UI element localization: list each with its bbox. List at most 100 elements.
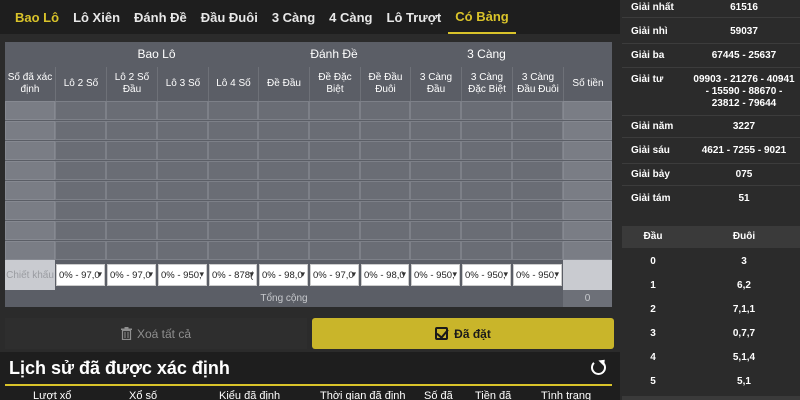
bet-input-cell[interactable] [410,221,461,240]
bet-input-cell[interactable] [461,121,512,140]
bet-input-cell[interactable] [208,161,258,180]
bet-input-cell[interactable] [309,181,360,200]
bet-input-cell[interactable] [258,181,309,200]
bet-input-cell[interactable] [157,141,208,160]
bet-input-cell[interactable] [157,241,208,260]
bet-input-cell[interactable] [157,161,208,180]
bet-input-cell[interactable] [106,101,157,120]
bet-input-cell[interactable] [258,121,309,140]
chiet-khau-select[interactable]: 0% - 97,0 ▾ [107,264,156,286]
tab-danh-de[interactable]: Đánh Đề [127,0,194,34]
bet-input-cell[interactable] [410,141,461,160]
bet-input-cell[interactable] [258,201,309,220]
bet-input-cell[interactable] [360,101,410,120]
bet-input-cell[interactable] [258,141,309,160]
bet-input-cell[interactable] [360,241,410,260]
bet-input-cell[interactable] [55,201,106,220]
bet-input-cell[interactable] [157,181,208,200]
bet-input-cell[interactable] [309,201,360,220]
bet-input-cell[interactable] [461,201,512,220]
bet-input-cell[interactable] [309,101,360,120]
bet-input-cell[interactable] [512,161,563,180]
chiet-khau-select[interactable]: 0% - 98,0 ▾ [259,264,308,286]
chiet-khau-select[interactable]: 0% - 950, ▾ [411,264,460,286]
bet-input-cell[interactable] [106,221,157,240]
placed-button[interactable]: Đã đặt [312,318,614,349]
bet-input-cell[interactable] [157,221,208,240]
bet-input-cell[interactable] [461,241,512,260]
bet-input-cell[interactable] [208,141,258,160]
bet-input-cell[interactable] [461,181,512,200]
bet-input-cell[interactable] [360,121,410,140]
bet-input-cell[interactable] [106,241,157,260]
bet-input-cell[interactable] [461,161,512,180]
bet-input-cell[interactable] [309,161,360,180]
tab-dau-duoi[interactable]: Đầu Đuôi [194,0,265,34]
bet-input-cell[interactable] [55,161,106,180]
bet-input-cell[interactable] [309,141,360,160]
bet-input-cell[interactable] [512,141,563,160]
bet-input-cell[interactable] [55,241,106,260]
bet-input-cell[interactable] [461,221,512,240]
bet-input-cell[interactable] [461,141,512,160]
chiet-khau-select[interactable]: 0% - 98,0 ▾ [361,264,409,286]
bet-input-cell[interactable] [512,181,563,200]
chiet-khau-select[interactable]: 0% - 97,0 ▾ [56,264,105,286]
bet-input-cell[interactable] [106,121,157,140]
bet-input-cell[interactable] [360,201,410,220]
bet-input-cell[interactable] [208,121,258,140]
bet-input-cell[interactable] [208,221,258,240]
bet-input-cell[interactable] [55,121,106,140]
bet-input-cell[interactable] [309,221,360,240]
bet-input-cell[interactable] [512,121,563,140]
refresh-icon[interactable] [591,360,606,375]
bet-input-cell[interactable] [157,201,208,220]
tab-4-cang[interactable]: 4 Càng [322,0,379,34]
bet-input-cell[interactable] [106,161,157,180]
bet-input-cell[interactable] [258,221,309,240]
chiet-khau-select[interactable]: 0% - 950, ▾ [462,264,511,286]
tab-bao-lo[interactable]: Bao Lô [8,0,66,34]
bet-input-cell[interactable] [106,141,157,160]
chiet-khau-select[interactable]: 0% - 878(▾ [209,264,257,286]
chiet-khau-select[interactable]: 0% - 950, ▾ [513,264,562,286]
bet-input-cell[interactable] [360,181,410,200]
bet-input-cell[interactable] [208,181,258,200]
bet-input-cell[interactable] [309,121,360,140]
bet-input-cell[interactable] [106,181,157,200]
clear-all-button[interactable]: Xoá tất cả [5,318,307,349]
bet-input-cell[interactable] [258,161,309,180]
bet-input-cell[interactable] [309,241,360,260]
bet-input-cell[interactable] [410,101,461,120]
bet-input-cell[interactable] [512,201,563,220]
bet-input-cell[interactable] [208,241,258,260]
bet-input-cell[interactable] [461,101,512,120]
bet-input-cell[interactable] [55,101,106,120]
bet-input-cell[interactable] [512,101,563,120]
tab-3-cang[interactable]: 3 Càng [265,0,322,34]
bet-input-cell[interactable] [410,201,461,220]
bet-input-cell[interactable] [410,241,461,260]
bet-input-cell[interactable] [410,181,461,200]
bet-input-cell[interactable] [360,161,410,180]
tab-lo-xien[interactable]: Lô Xiên [66,0,127,34]
bet-input-cell[interactable] [55,141,106,160]
bet-input-cell[interactable] [258,101,309,120]
bet-input-cell[interactable] [157,121,208,140]
tab-co-bang[interactable]: Có Bảng [448,0,516,34]
bet-input-cell[interactable] [512,221,563,240]
bet-input-cell[interactable] [512,241,563,260]
bet-input-cell[interactable] [360,141,410,160]
chiet-khau-select[interactable]: 0% - 950, ▾ [158,264,207,286]
bet-input-cell[interactable] [208,101,258,120]
chiet-khau-select[interactable]: 0% - 97,0 ▾ [310,264,359,286]
bet-input-cell[interactable] [157,101,208,120]
bet-input-cell[interactable] [55,181,106,200]
bet-input-cell[interactable] [55,221,106,240]
bet-input-cell[interactable] [410,161,461,180]
tab-lo-truot[interactable]: Lô Trượt [380,0,449,34]
bet-input-cell[interactable] [410,121,461,140]
bet-input-cell[interactable] [208,201,258,220]
bet-input-cell[interactable] [258,241,309,260]
bet-input-cell[interactable] [360,221,410,240]
